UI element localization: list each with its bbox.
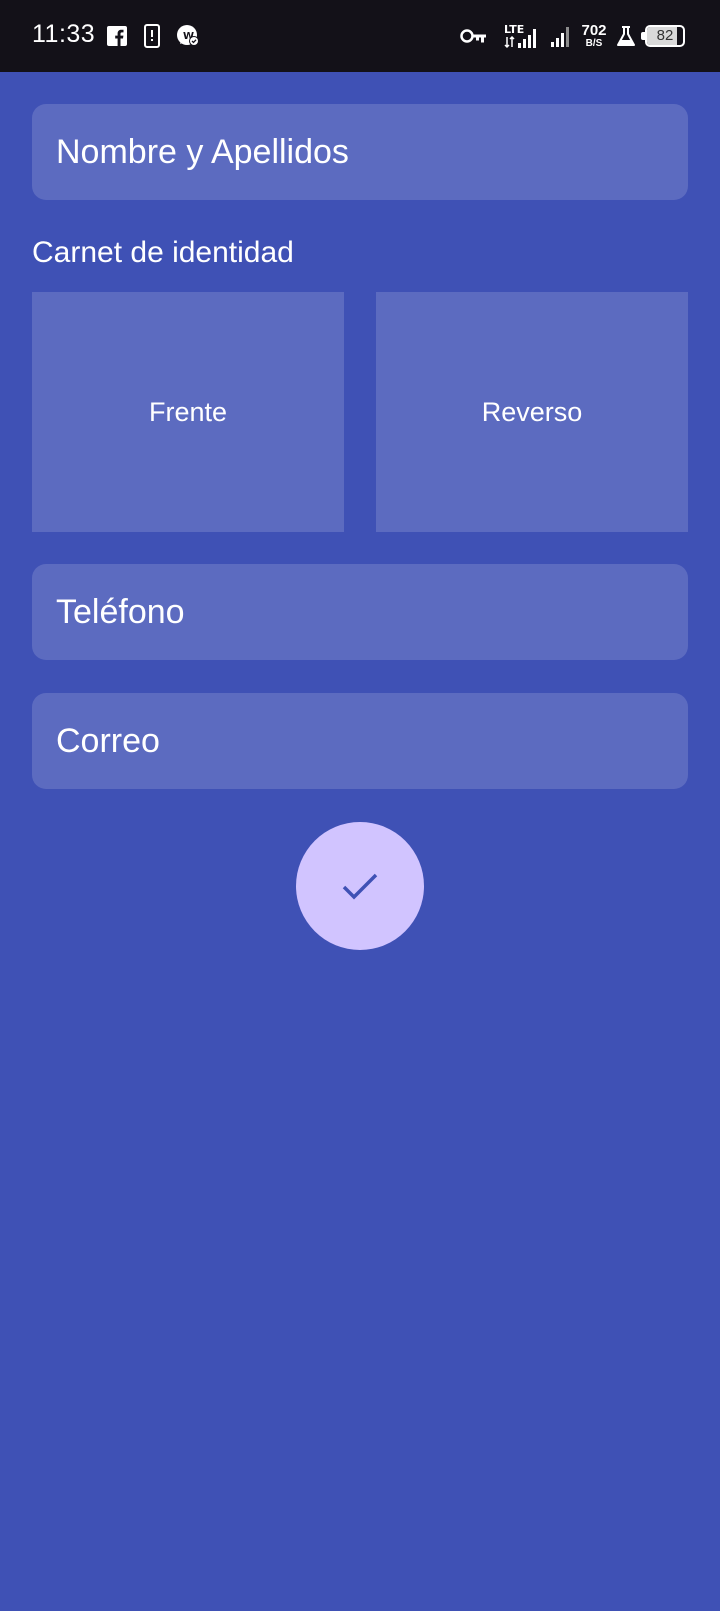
id-back-photo-button[interactable]: Reverso: [376, 292, 688, 532]
email-field[interactable]: Correo: [32, 693, 688, 789]
email-field-placeholder: Correo: [56, 721, 160, 760]
status-time: 11:33: [32, 20, 96, 48]
signal-icon: [550, 22, 574, 50]
network-type-label: LTE: [504, 23, 524, 36]
net-speed-value: 702: [581, 22, 607, 39]
lte-signal-icon: LTE: [504, 22, 544, 50]
vpn-key-icon: [460, 22, 488, 50]
facebook-icon: [106, 22, 128, 50]
submit-button[interactable]: [296, 822, 424, 950]
status-bar: 11:33 W LTE 702 B/S 82: [0, 0, 720, 72]
check-icon: [342, 873, 378, 900]
battery-level: 82: [656, 27, 674, 44]
net-speed: 702 B/S: [580, 23, 608, 49]
phone-alert-icon: [141, 22, 163, 50]
lab-flask-icon: [614, 22, 638, 50]
id-front-label: Frente: [148, 396, 228, 427]
net-speed-unit: B/S: [585, 38, 603, 49]
phone-field-placeholder: Teléfono: [56, 592, 185, 631]
whatsapp-business-icon: W: [175, 22, 201, 50]
id-back-label: Reverso: [481, 396, 583, 427]
name-field-placeholder: Nombre y Apellidos: [56, 132, 349, 171]
battery-icon: 82: [645, 25, 685, 47]
phone-field[interactable]: Teléfono: [32, 564, 688, 660]
id-section-label: Carnet de identidad: [32, 236, 294, 269]
name-field[interactable]: Nombre y Apellidos: [32, 104, 688, 200]
id-front-photo-button[interactable]: Frente: [32, 292, 344, 532]
